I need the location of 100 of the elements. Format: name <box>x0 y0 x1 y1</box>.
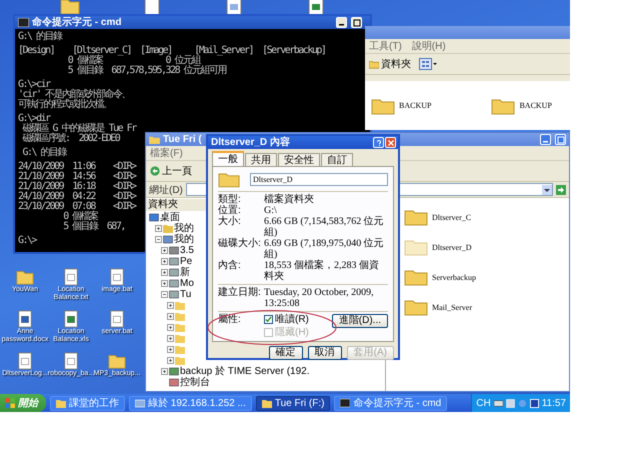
property-label: 磁碟大小: <box>218 238 262 251</box>
tree-node-icon[interactable] <box>169 257 179 266</box>
folder-icon[interactable] <box>371 96 395 114</box>
minimize-icon <box>339 24 344 26</box>
console-icon <box>18 18 29 27</box>
tab[interactable]: 共用 <box>245 153 277 166</box>
folder-label[interactable]: Serverbackup <box>432 272 476 282</box>
help-button[interactable] <box>373 137 384 148</box>
view-icon[interactable] <box>419 58 437 70</box>
property-value: 6.66 GB (7,154,583,762 位元組) <box>264 216 385 238</box>
expander-box[interactable] <box>161 368 168 375</box>
property-value: Tuesday, 20 October, 2009, 13:25:08 <box>264 287 375 309</box>
expander-box[interactable] <box>155 225 162 232</box>
taskbar-button[interactable]: 綠於 192.168.1.252 ... <box>129 396 252 410</box>
dropdown-icon[interactable] <box>542 184 552 194</box>
taskbar-button[interactable]: Tue Fri (F:) <box>256 396 330 410</box>
tree-node-icon[interactable] <box>169 279 179 288</box>
tree-node-icon[interactable] <box>163 235 173 244</box>
taskbar-button[interactable]: 命令提示字元 - cmd <box>334 396 448 410</box>
dialog-button[interactable]: 確定 <box>268 346 303 360</box>
tree-item[interactable]: 桌面 <box>160 212 180 223</box>
maximize-icon <box>352 18 360 26</box>
tree-node-icon[interactable] <box>169 367 179 376</box>
maximize-button[interactable] <box>351 17 362 28</box>
folder-label[interactable]: BACKUP <box>519 101 552 110</box>
folder-icon[interactable] <box>404 298 428 316</box>
expander-box[interactable] <box>161 247 168 254</box>
file-icon[interactable] <box>62 310 80 328</box>
tab[interactable]: 安全性 <box>278 153 320 166</box>
folder-label[interactable]: Dltserver_D <box>432 242 472 252</box>
file-icon[interactable] <box>108 310 126 328</box>
tab[interactable]: 一般 <box>212 151 244 166</box>
checkbox[interactable] <box>264 315 273 324</box>
expander-box[interactable] <box>167 335 174 342</box>
file-icon[interactable] <box>306 0 326 16</box>
tree-item[interactable]: backup 於 TIME Server (192. <box>180 366 310 377</box>
menu-item[interactable]: 檔案(F) <box>150 146 183 160</box>
file-icon[interactable] <box>62 268 80 286</box>
menu-item[interactable]: 工具(T) <box>369 39 402 53</box>
file-icon[interactable] <box>16 310 34 328</box>
tree-node-icon[interactable] <box>169 290 179 299</box>
expander-box[interactable] <box>155 236 162 243</box>
back-button[interactable]: 上一頁 <box>150 164 192 178</box>
window-title: Tue Fri ( <box>163 134 202 146</box>
folder-label[interactable]: BACKUP <box>399 101 432 110</box>
console-line: 磁碟區序號: 2002-EDE0 <box>22 134 120 144</box>
console-icon <box>340 398 350 408</box>
expander-box[interactable] <box>167 346 174 353</box>
keyboard-icon[interactable] <box>494 398 503 408</box>
expander-box[interactable] <box>161 280 168 287</box>
file-icon[interactable] <box>16 352 34 370</box>
tree-node-icon[interactable] <box>169 268 179 277</box>
folder-icon[interactable] <box>404 268 428 286</box>
expander-box[interactable] <box>167 357 174 364</box>
window-title: 命令提示字元 - cmd <box>32 16 122 28</box>
minimize-button[interactable] <box>336 17 347 28</box>
console-line: 23/10/2009 07:08 <DIR> <box>18 202 136 212</box>
file-icon[interactable] <box>62 352 80 370</box>
folder-icon[interactable] <box>491 96 516 114</box>
file-icon[interactable] <box>108 268 126 286</box>
tree-node-icon[interactable] <box>169 378 179 387</box>
taskbar-button[interactable]: 課堂的工作 <box>50 396 125 410</box>
close-button[interactable] <box>385 137 396 148</box>
tree-item[interactable]: Mo <box>180 278 194 289</box>
folder-icon[interactable] <box>16 268 34 286</box>
console-line: 24/10/2009 04:22 <DIR> <box>18 192 136 202</box>
folders-button[interactable]: 資料夾 <box>369 57 411 71</box>
tree-item[interactable]: Pe <box>180 256 192 267</box>
file-icon[interactable] <box>224 0 244 16</box>
tree-item[interactable]: 3.5 <box>180 245 194 256</box>
menu-item[interactable]: 說明(H) <box>412 39 446 53</box>
console-line: 'cir' 不是內部或外部命令、 <box>18 90 130 100</box>
expander-box[interactable] <box>167 313 174 320</box>
console-line: 21/10/2009 16:18 <DIR> <box>18 182 136 192</box>
tree-item[interactable]: 控制台 <box>180 377 210 388</box>
folder-label[interactable]: Dltserver_C <box>432 212 472 222</box>
go-arrow-icon[interactable] <box>556 184 566 194</box>
dialog-button[interactable]: 取消 <box>308 346 342 360</box>
folder-icon <box>149 135 160 144</box>
tree-node-icon[interactable] <box>149 213 159 222</box>
expander-box[interactable] <box>167 302 174 309</box>
folder-icon[interactable] <box>404 208 428 226</box>
tree-item[interactable]: Tu <box>180 289 192 300</box>
folder-label[interactable]: Mail_Server <box>432 302 472 312</box>
expander-box[interactable] <box>161 269 168 276</box>
expander-box[interactable] <box>167 324 174 331</box>
file-icon[interactable] <box>108 352 126 370</box>
close-icon <box>386 138 394 146</box>
tree-item[interactable]: 我的 <box>174 234 194 245</box>
tree-item[interactable]: 新 <box>180 267 190 278</box>
name-field[interactable]: Dltserver_D <box>250 173 388 186</box>
tray-icon[interactable] <box>530 398 539 408</box>
property-label: 內含: <box>218 260 242 273</box>
expander-box[interactable] <box>161 291 168 298</box>
tree-node-icon[interactable] <box>163 224 173 233</box>
expander-box[interactable] <box>161 258 168 265</box>
tab[interactable]: 自訂 <box>321 153 353 166</box>
advanced-button[interactable]: 進階(D)... <box>332 314 388 328</box>
tree-node-icon[interactable] <box>169 246 179 255</box>
tree-item[interactable]: 我的 <box>174 223 194 234</box>
